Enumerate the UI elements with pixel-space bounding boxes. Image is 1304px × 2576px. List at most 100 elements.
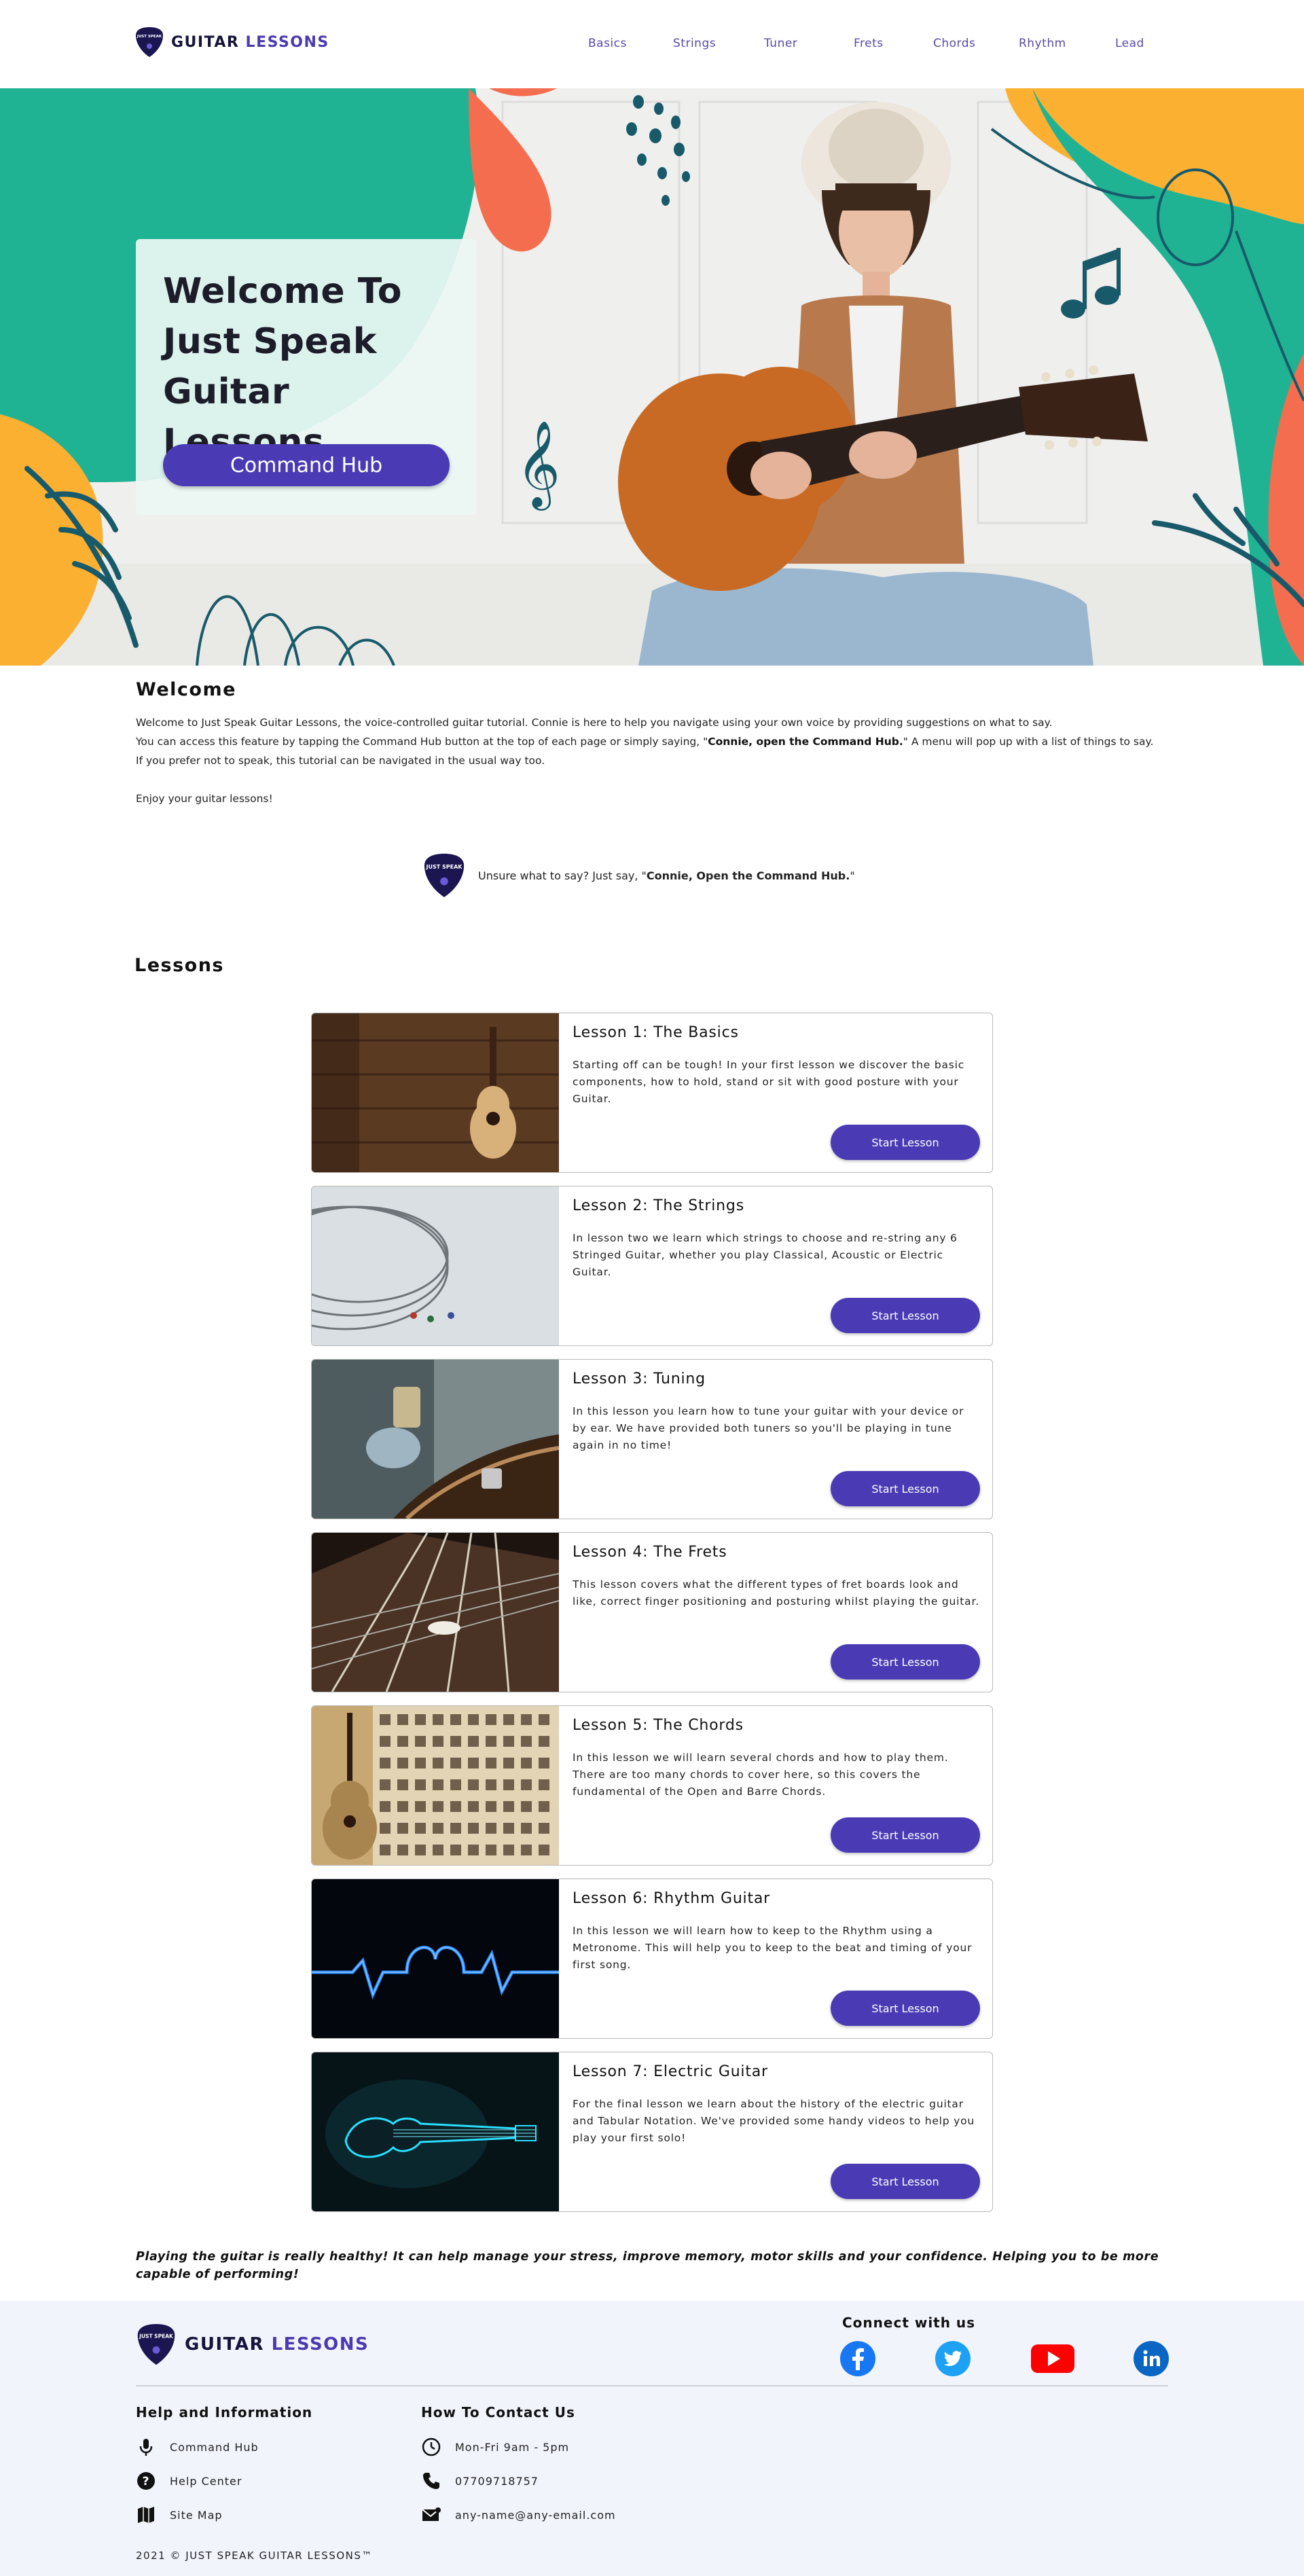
lesson-description: This lesson covers what the different ty…	[573, 1578, 979, 1608]
main-nav: Basics Strings Tuner Frets Chords Rhythm…	[0, 37, 1304, 57]
lesson-body: Lesson 7: Electric Guitar For the final …	[573, 2052, 980, 2211]
svg-text:?: ?	[143, 2475, 150, 2488]
microphone-icon	[139, 2439, 153, 2456]
help-link-label: Command Hub	[170, 2440, 259, 2454]
lesson-1-image	[312, 1013, 559, 1172]
lesson-body: Lesson 4: The Frets This lesson covers w…	[573, 1533, 980, 1692]
help-link-label: Site Map	[170, 2508, 223, 2522]
guitar-pick-icon: JUST SPEAK	[137, 2324, 175, 2365]
nav-basics[interactable]: Basics	[588, 37, 627, 50]
lesson-body: Lesson 1: The Basics Starting off can be…	[573, 1013, 980, 1172]
nav-lead[interactable]: Lead	[1115, 37, 1144, 50]
voice-hint: JUST SPEAK Unsure what to say? Just say,…	[422, 850, 855, 901]
start-lesson-4-button[interactable]: Start Lesson	[831, 1644, 980, 1680]
command-hub-button[interactable]: Command Hub	[163, 444, 450, 486]
lesson-title: Lesson 4: The Frets	[573, 1544, 727, 1561]
lesson-description: In lesson two we learn which strings to …	[573, 1232, 958, 1278]
lesson-title: Lesson 3: Tuning	[573, 1371, 706, 1387]
lesson-card-5: Lesson 5: The Chords In this lesson we w…	[311, 1705, 993, 1866]
welcome-heading: Welcome	[136, 679, 236, 700]
lesson-3-image	[312, 1360, 559, 1519]
connect-heading: Connect with us	[842, 2315, 976, 2331]
help-link-command-hub[interactable]: Command Hub	[136, 2437, 259, 2457]
start-lesson-6-button[interactable]: Start Lesson	[831, 1991, 980, 2026]
lesson-5-image	[312, 1706, 559, 1865]
welcome-line-2: You can access this feature by tapping t…	[136, 736, 1154, 748]
contact-label: any-name@any-email.com	[455, 2508, 616, 2522]
youtube-icon[interactable]	[1030, 2340, 1076, 2377]
start-lesson-2-button[interactable]: Start Lesson	[831, 1298, 980, 1333]
email-icon	[422, 2507, 441, 2521]
question-icon: ?	[137, 2472, 155, 2490]
lesson-2-image	[312, 1186, 559, 1345]
lesson-card-2: Lesson 2: The Strings In lesson two we l…	[311, 1186, 993, 1346]
lesson-card-3: Lesson 3: Tuning In this lesson you lear…	[311, 1359, 993, 1519]
lesson-title: Lesson 2: The Strings	[573, 1197, 744, 1214]
lesson-title: Lesson 6: Rhythm Guitar	[573, 1890, 771, 1907]
lesson-body: Lesson 6: Rhythm Guitar In this lesson w…	[573, 1879, 980, 2038]
map-icon	[138, 2507, 154, 2523]
lesson-card-1: Lesson 1: The Basics Starting off can be…	[311, 1013, 993, 1173]
nav-strings[interactable]: Strings	[673, 37, 716, 50]
start-lesson-7-button[interactable]: Start Lesson	[831, 2164, 980, 2199]
lesson-title: Lesson 1: The Basics	[573, 1024, 739, 1041]
footer-divider	[136, 2385, 1168, 2387]
contact-phone[interactable]: 07709718757	[421, 2471, 539, 2491]
hero-card: Welcome To Just Speak Guitar Lessons Com…	[136, 239, 477, 515]
hero-banner: 𝄞 Welcome To Just Speak Guitar Lessons C…	[0, 88, 1304, 666]
nav-frets[interactable]: Frets	[854, 37, 884, 50]
help-heading: Help and Information	[136, 2404, 313, 2420]
clock-icon	[422, 2437, 441, 2456]
hero-title: Welcome To Just Speak Guitar Lessons	[163, 271, 402, 462]
welcome-text: Welcome to Just Speak Guitar Lessons, th…	[136, 713, 1182, 808]
start-lesson-5-button[interactable]: Start Lesson	[831, 1817, 980, 1853]
nav-chords[interactable]: Chords	[933, 37, 975, 50]
help-link-help-center[interactable]: ? Help Center	[136, 2471, 242, 2491]
site-footer: JUST SPEAK GUITAR LESSONS Connect with u…	[0, 2301, 1304, 2576]
lesson-4-image	[312, 1533, 559, 1692]
twitter-icon[interactable]	[935, 2340, 971, 2377]
copyright: 2021 © JUST SPEAK GUITAR LESSONS™	[136, 2550, 373, 2562]
contact-hours: Mon-Fri 9am - 5pm	[421, 2437, 569, 2457]
lesson-description: In this lesson we will learn several cho…	[573, 1752, 949, 1798]
help-link-site-map[interactable]: Site Map	[136, 2505, 223, 2525]
hint-text: Unsure what to say? Just say, "Connie, O…	[478, 869, 855, 882]
facebook-icon[interactable]	[839, 2340, 876, 2377]
footer-logo[interactable]: JUST SPEAK GUITAR LESSONS	[136, 2321, 369, 2368]
welcome-line-3: If you prefer not to speak, this tutoria…	[136, 755, 545, 767]
lesson-body: Lesson 2: The Strings In lesson two we l…	[573, 1186, 980, 1345]
lesson-description: For the final lesson we learn about the …	[573, 2098, 975, 2144]
lesson-title: Lesson 5: The Chords	[573, 1717, 744, 1734]
health-quote: Playing the guitar is really healthy! It…	[136, 2250, 1159, 2281]
phone-icon	[423, 2473, 439, 2489]
linkedin-icon[interactable]	[1133, 2340, 1170, 2377]
contact-label: Mon-Fri 9am - 5pm	[455, 2440, 570, 2454]
logo-text: GUITAR LESSONS	[185, 2334, 369, 2355]
start-lesson-1-button[interactable]: Start Lesson	[831, 1125, 980, 1160]
help-link-label: Help Center	[170, 2474, 242, 2488]
lesson-7-image	[312, 2052, 559, 2211]
start-lesson-3-button[interactable]: Start Lesson	[831, 1471, 980, 1506]
svg-text:𝄞: 𝄞	[516, 420, 560, 511]
contact-heading: How To Contact Us	[421, 2404, 575, 2420]
contact-email[interactable]: any-name@any-email.com	[421, 2505, 616, 2525]
contact-label: 07709718757	[455, 2474, 539, 2488]
site-header: JUST SPEAK GUITAR LESSONS Basics Strings…	[0, 0, 1304, 88]
lesson-6-image	[312, 1879, 559, 2038]
lessons-heading: Lessons	[134, 955, 224, 976]
welcome-line-1: Welcome to Just Speak Guitar Lessons, th…	[136, 716, 1053, 729]
nav-rhythm[interactable]: Rhythm	[1019, 37, 1066, 50]
svg-text:JUST SPEAK: JUST SPEAK	[139, 2333, 174, 2339]
welcome-line-4: Enjoy your guitar lessons!	[136, 793, 273, 805]
guitar-pick-icon: JUST SPEAK	[424, 854, 465, 897]
lesson-description: In this lesson we will learn how to keep…	[573, 1925, 973, 1971]
lesson-card-7: Lesson 7: Electric Guitar For the final …	[311, 2052, 993, 2212]
lesson-title: Lesson 7: Electric Guitar	[573, 2063, 768, 2080]
lesson-card-6: Lesson 6: Rhythm Guitar In this lesson w…	[311, 1879, 993, 2039]
lesson-body: Lesson 3: Tuning In this lesson you lear…	[573, 1360, 980, 1519]
nav-tuner[interactable]: Tuner	[764, 37, 797, 50]
lesson-description: In this lesson you learn how to tune you…	[573, 1405, 964, 1451]
lesson-body: Lesson 5: The Chords In this lesson we w…	[573, 1706, 980, 1865]
svg-text:JUST SPEAK: JUST SPEAK	[426, 864, 463, 870]
page: JUST SPEAK GUITAR LESSONS Basics Strings…	[0, 0, 1304, 2576]
